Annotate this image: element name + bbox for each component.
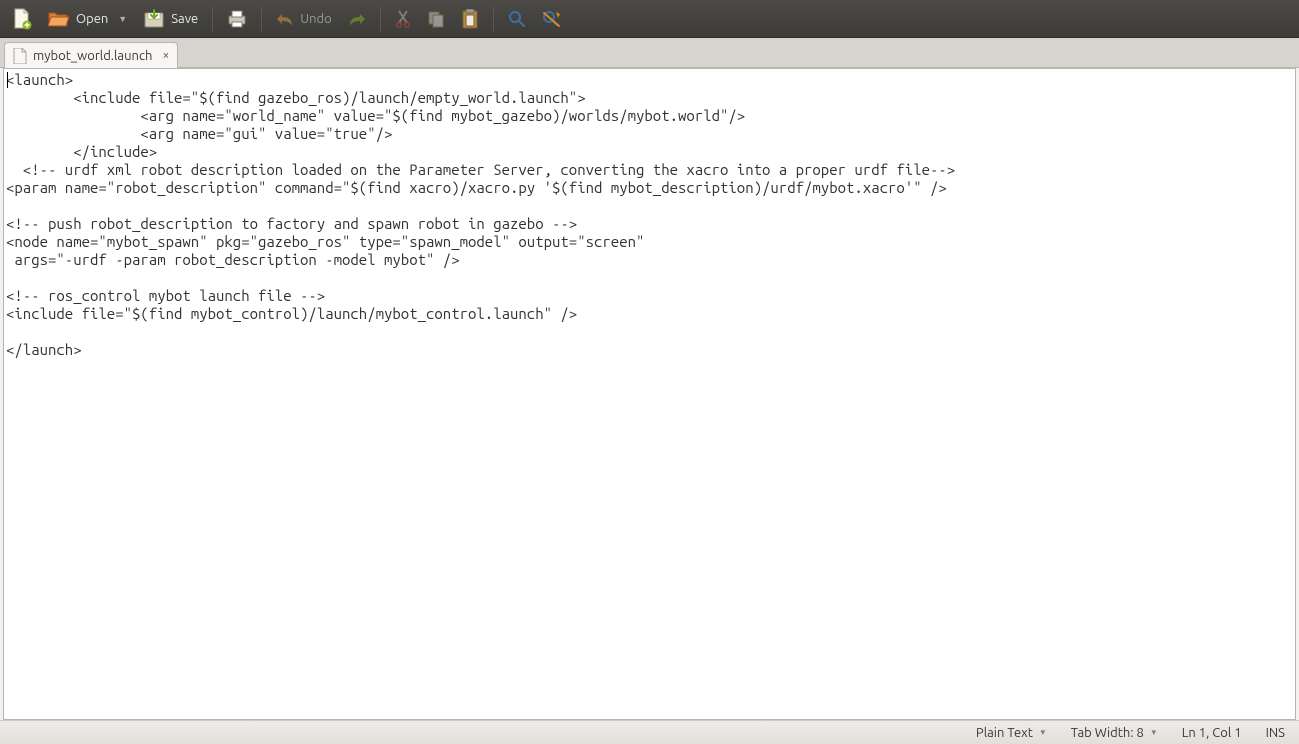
- new-file-button[interactable]: [6, 4, 38, 34]
- chevron-down-icon: ▼: [118, 14, 127, 24]
- find-button[interactable]: [502, 6, 532, 32]
- editor-area[interactable]: <launch> <include file="$(find gazebo_ro…: [3, 68, 1296, 720]
- new-file-icon: [12, 8, 32, 30]
- toolbar-separator: [212, 7, 213, 31]
- open-button[interactable]: Open ▼: [42, 5, 133, 33]
- cut-icon: [395, 10, 411, 28]
- search-icon: [508, 10, 526, 28]
- insert-mode[interactable]: INS: [1266, 726, 1285, 740]
- tab-filename: mybot_world.launch: [33, 49, 152, 63]
- language-selector[interactable]: Plain Text ▼: [976, 726, 1047, 740]
- chevron-down-icon: ▼: [1150, 728, 1158, 737]
- paste-icon: [461, 9, 479, 29]
- redo-icon: [348, 11, 366, 27]
- save-icon: [143, 9, 165, 29]
- editor-content: <launch> <include file="$(find gazebo_ro…: [4, 69, 1295, 361]
- save-button[interactable]: Save: [137, 5, 204, 33]
- cursor-position: Ln 1, Col 1: [1182, 726, 1242, 740]
- copy-icon: [427, 10, 445, 28]
- chevron-down-icon: ▼: [1039, 728, 1047, 737]
- print-icon: [227, 9, 247, 29]
- close-icon[interactable]: ×: [162, 49, 169, 62]
- tab-bar: mybot_world.launch ×: [0, 38, 1299, 68]
- position-label: Ln 1, Col 1: [1182, 726, 1242, 740]
- paste-button[interactable]: [455, 5, 485, 33]
- undo-button[interactable]: Undo: [270, 7, 338, 31]
- toolbar-separator: [493, 7, 494, 31]
- tab-width-label: Tab Width: 8: [1071, 726, 1144, 740]
- language-label: Plain Text: [976, 726, 1033, 740]
- cut-button[interactable]: [389, 6, 417, 32]
- undo-icon: [276, 11, 294, 27]
- insert-mode-label: INS: [1266, 726, 1285, 740]
- undo-label: Undo: [300, 12, 332, 26]
- file-tab[interactable]: mybot_world.launch ×: [4, 42, 178, 68]
- copy-button[interactable]: [421, 6, 451, 32]
- toolbar-separator: [380, 7, 381, 31]
- toolbar-separator: [261, 7, 262, 31]
- find-replace-button[interactable]: [536, 6, 568, 32]
- redo-button[interactable]: [342, 7, 372, 31]
- open-folder-icon: [48, 9, 70, 29]
- open-label: Open: [76, 12, 108, 26]
- document-icon: [13, 48, 27, 64]
- print-button[interactable]: [221, 5, 253, 33]
- tab-width-selector[interactable]: Tab Width: 8 ▼: [1071, 726, 1158, 740]
- status-bar: Plain Text ▼ Tab Width: 8 ▼ Ln 1, Col 1 …: [0, 720, 1299, 744]
- find-replace-icon: [542, 10, 562, 28]
- text-cursor: [7, 72, 8, 88]
- save-label: Save: [171, 12, 198, 26]
- main-toolbar: Open ▼ Save Undo: [0, 0, 1299, 38]
